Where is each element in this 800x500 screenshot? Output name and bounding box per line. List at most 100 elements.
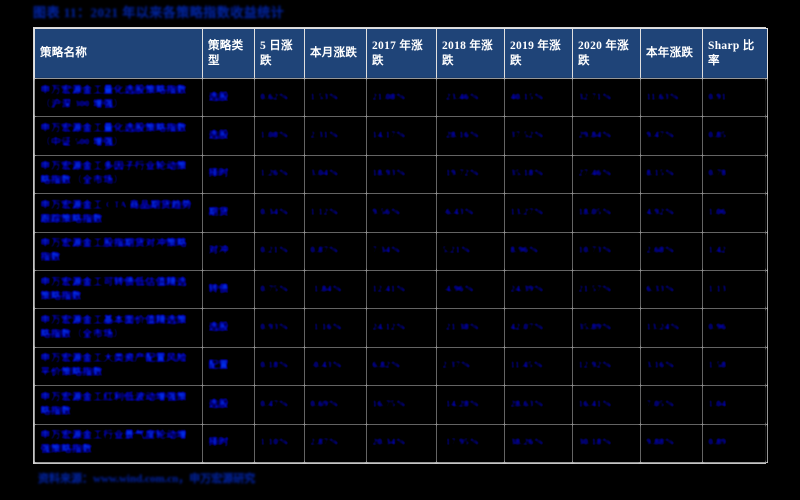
cell-type: 配置	[202, 346, 255, 387]
cell-y2019: 38.26%	[504, 423, 573, 464]
cell-y2020: 10.73%	[572, 231, 641, 271]
cell-y2020: 16.41%	[572, 385, 641, 425]
cell-d5: 0.21%	[254, 231, 305, 271]
column-header-2020-change: 2020 年涨跌	[572, 28, 641, 79]
table-row: 申万宏源金工可转债低估值精选策略指数 转债 0.75% -1.84% 12.41% -4.…	[34, 269, 768, 310]
cell-d5: 0.93%	[254, 308, 305, 348]
cell-name: 申万宏源金工基本面价值精选策略指数（全市场）	[34, 308, 203, 348]
cell-d5: 1.26%	[254, 154, 305, 195]
cell-month: 1.53%	[304, 77, 367, 118]
cell-type: 择时	[202, 154, 255, 195]
table-row: 申万宏源金工多因子行业轮动策略指数（全市场） 择时 1.26% 3.04% 18.93%…	[34, 154, 768, 195]
cell-name: 申万宏源金工大类资产配置风险平价策略指数	[34, 346, 203, 387]
cell-d5: 1.10%	[254, 423, 305, 464]
cell-y2018: -6.43%	[436, 193, 505, 233]
table-row: 申万宏源金工红利低波动增强策略指数 选股 0.47% 0.69% 16.75% -14.2…	[34, 385, 768, 425]
table-row: 申万宏源金工量化选股策略指数（沪深 300 增强） 选股 0.62% 1.53% 21.…	[34, 77, 768, 118]
cell-name: 申万宏源金工多因子行业轮动策略指数（全市场）	[34, 154, 203, 195]
cell-name: 申万宏源金工量化选股策略指数（沪深 300 增强）	[34, 77, 203, 118]
strategy-index-table: 策略名称 策略类型 5 日涨跌 本月涨跌 2017 年涨跌 2018 年涨跌 2…	[34, 28, 768, 464]
cell-y2017: 14.17%	[366, 116, 437, 156]
cell-ytd: 11.63%	[640, 77, 703, 118]
column-header-month-change: 本月涨跌	[304, 28, 367, 79]
cell-ytd: 9.88%	[640, 423, 703, 464]
cell-ytd: 9.47%	[640, 116, 703, 156]
table-row: 申万宏源金工行业景气度轮动增强策略指数 择时 1.10% 2.87% 20.34% -17…	[34, 423, 768, 464]
cell-type: 选股	[202, 116, 255, 156]
cell-y2018: -23.46%	[436, 77, 505, 118]
cell-month: 2.31%	[304, 116, 367, 156]
cell-d5: 0.34%	[254, 193, 305, 233]
cell-y2018: -19.72%	[436, 154, 505, 195]
cell-ytd: 4.92%	[640, 193, 703, 233]
cell-month: 1.12%	[304, 193, 367, 233]
cell-y2019: 11.45%	[504, 346, 573, 387]
cell-y2019: 24.39%	[504, 269, 573, 310]
cell-name: 申万宏源金工量化选股策略指数（中证 500 增强）	[34, 116, 203, 156]
cell-month: -1.16%	[304, 308, 367, 348]
table-body: 申万宏源金工量化选股策略指数（沪深 300 增强） 选股 0.62% 1.53% 21.…	[34, 77, 768, 464]
cell-y2017: 9.56%	[366, 193, 437, 233]
cell-y2017: 20.34%	[366, 423, 437, 464]
cell-sharp: 1.58	[702, 346, 768, 387]
cell-sharp: 0.85	[702, 116, 768, 156]
cell-y2017: 12.41%	[366, 269, 437, 310]
cell-y2018: -21.38%	[436, 308, 505, 348]
table-row: 申万宏源金工基本面价值精选策略指数（全市场） 选股 0.93% -1.16% 24.12…	[34, 308, 768, 348]
cell-name: 申万宏源金工红利低波动增强策略指数	[34, 385, 203, 425]
cell-sharp: 0.91	[702, 77, 768, 118]
cell-type: 择时	[202, 423, 255, 464]
cell-ytd: 2.68%	[640, 231, 703, 271]
cell-ytd: 3.16%	[640, 346, 703, 387]
cell-y2018: -28.16%	[436, 116, 505, 156]
cell-sharp: 1.42	[702, 231, 768, 271]
cell-name: 申万宏源金工股指期货对冲策略指数	[34, 231, 203, 271]
cell-y2020: 18.05%	[572, 193, 641, 233]
cell-sharp: 1.13	[702, 269, 768, 310]
cell-y2020: 30.18%	[572, 423, 641, 464]
table-header-row: 策略名称 策略类型 5 日涨跌 本月涨跌 2017 年涨跌 2018 年涨跌 2…	[34, 28, 768, 79]
cell-y2020: 29.84%	[572, 116, 641, 156]
cell-type: 期货	[202, 193, 255, 233]
cell-y2018: -17.95%	[436, 423, 505, 464]
cell-type: 转债	[202, 269, 255, 310]
cell-y2019: 35.18%	[504, 154, 573, 195]
cell-y2018: -14.28%	[436, 385, 505, 425]
cell-y2017: 24.12%	[366, 308, 437, 348]
cell-y2019: 37.52%	[504, 116, 573, 156]
column-header-2018-change: 2018 年涨跌	[436, 28, 505, 79]
cell-y2019: 13.27%	[504, 193, 573, 233]
cell-type: 选股	[202, 77, 255, 118]
cell-d5: 0.18%	[254, 346, 305, 387]
table-row: 申万宏源金工股指期货对冲策略指数 对冲 0.21% 0.87% 7.34% 5.21% 8.…	[34, 231, 768, 271]
cell-sharp: 1.06	[702, 193, 768, 233]
cell-y2017: 21.08%	[366, 77, 437, 118]
cell-type: 选股	[202, 385, 255, 425]
cell-month: 3.04%	[304, 154, 367, 195]
cell-sharp: 0.89	[702, 423, 768, 464]
table-row: 申万宏源金工大类资产配置风险平价策略指数 配置 0.18% -0.43% 6.82% 2.…	[34, 346, 768, 387]
cell-name: 申万宏源金工可转债低估值精选策略指数	[34, 269, 203, 310]
cell-y2019: 42.07%	[504, 308, 573, 348]
cell-y2017: 18.93%	[366, 154, 437, 195]
cell-y2020: 12.92%	[572, 346, 641, 387]
cell-ytd: 6.33%	[640, 269, 703, 310]
cell-ytd: 13.24%	[640, 308, 703, 348]
table-row: 申万宏源金工 CTA 商品期货趋势跟踪策略指数 期货 0.34% 1.12% 9.56%…	[34, 193, 768, 233]
cell-y2018: -4.96%	[436, 269, 505, 310]
column-header-ytd-change: 本年涨跌	[640, 28, 703, 79]
cell-month: 2.87%	[304, 423, 367, 464]
cell-y2020: 21.57%	[572, 269, 641, 310]
cell-d5: 0.62%	[254, 77, 305, 118]
cell-y2020: 35.89%	[572, 308, 641, 348]
cell-y2019: 8.96%	[504, 231, 573, 271]
cell-y2017: 7.34%	[366, 231, 437, 271]
source-note: 资料来源：www.wind.com.cn，申万宏源研究	[38, 473, 256, 485]
cell-y2017: 16.75%	[366, 385, 437, 425]
cell-sharp: 1.04	[702, 385, 768, 425]
column-header-strategy-name: 策略名称	[34, 28, 203, 79]
cell-y2019: 28.63%	[504, 385, 573, 425]
cell-type: 对冲	[202, 231, 255, 271]
cell-y2018: 5.21%	[436, 231, 505, 271]
cell-d5: 0.75%	[254, 269, 305, 310]
